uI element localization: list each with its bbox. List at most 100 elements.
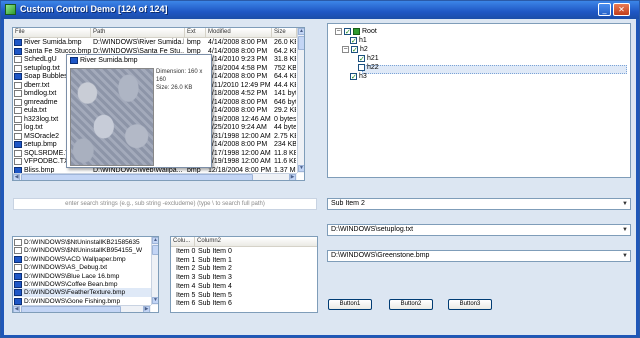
sub-item-cell: Sub Item 0: [198, 248, 232, 255]
search-input[interactable]: enter search strings (e.g., sub string -…: [13, 198, 317, 210]
table-row[interactable]: Item 4 Sub Item 4: [171, 282, 317, 291]
item-cell: Item 5: [176, 291, 196, 299]
path-list[interactable]: D:\WINDOWS\$NtUninstallKB21585635 D:\WIND…: [12, 236, 159, 313]
item-cell: Item 2: [176, 265, 196, 273]
node-checkbox[interactable]: ✓: [344, 28, 351, 36]
file-path-combo-2-value: D:\WINDOWS\Greenstone.bmp: [331, 252, 430, 259]
scroll-up-arrow[interactable]: ▲: [298, 28, 304, 35]
file-path-combo-2[interactable]: D:\WINDOWS\Greenstone.bmp ▼: [327, 250, 631, 262]
text-file-icon: [14, 158, 22, 165]
tree-node-h22[interactable]: h22: [328, 63, 628, 72]
file-list-column-4[interactable]: Size: [272, 28, 297, 37]
path-list-hscrollbar[interactable]: ◀ ▶: [13, 305, 151, 312]
table-row[interactable]: Item 3 Sub Item 3: [171, 273, 317, 282]
item-grid[interactable]: Colu... Column2 Item 0 Sub Item 0 Item 1 Su…: [170, 236, 318, 313]
tree-view[interactable]: − ✓ Root ✓ h1− ✓ h2 ✓ h21 h22 ✓ h3: [327, 23, 631, 178]
item-cell: Item 3: [176, 274, 196, 282]
scroll-left-arrow[interactable]: ◀: [13, 306, 20, 312]
hscroll-thumb[interactable]: [21, 306, 121, 312]
folder-icon: [353, 28, 360, 35]
tree-node-h2[interactable]: − ✓ h2: [328, 45, 628, 54]
scroll-right-arrow[interactable]: ▶: [143, 306, 150, 312]
bitmap-icon: [14, 39, 22, 46]
sub-item-cell: Sub Item 5: [198, 291, 232, 299]
collapse-toggle[interactable]: −: [342, 46, 349, 53]
item-grid-header: Colu... Column2: [171, 237, 317, 247]
collapse-toggle[interactable]: −: [335, 28, 342, 35]
file-list-column-3[interactable]: Modified: [206, 28, 272, 37]
bitmap-icon: [14, 141, 22, 148]
image-preview-tooltip: River Sumida.bmp Dimension: 160 x 160 Si…: [66, 54, 212, 168]
scroll-down-arrow[interactable]: ▼: [152, 297, 158, 304]
button-3[interactable]: Button3: [448, 299, 492, 310]
app-window: Custom Control Demo [124 of 124] _ ✕ Fil…: [0, 0, 640, 338]
sub-item-cell: Sub Item 6: [198, 300, 232, 308]
sub-item-combo[interactable]: Sub Item 2 ▼: [327, 198, 631, 210]
node-checkbox[interactable]: [358, 64, 365, 71]
tree-node-h1[interactable]: ✓ h1: [328, 36, 628, 45]
scroll-up-arrow[interactable]: ▲: [152, 237, 158, 244]
text-file-icon: [14, 90, 22, 97]
node-label: h21: [367, 55, 379, 62]
button-2[interactable]: Button2: [389, 299, 433, 310]
file-list-column-2[interactable]: Ext: [185, 28, 206, 37]
table-row[interactable]: Item 0 Sub Item 0: [171, 247, 317, 256]
node-label: Root: [362, 28, 377, 35]
text-file-icon: [14, 124, 22, 131]
scroll-right-arrow[interactable]: ▶: [289, 174, 296, 180]
text-file-icon: [14, 56, 22, 63]
hscroll-thumb[interactable]: [21, 174, 253, 180]
sub-item-cell: Sub Item 3: [198, 274, 232, 282]
chevron-down-icon[interactable]: ▼: [621, 252, 629, 260]
file-list-vscrollbar[interactable]: ▲ ▼: [297, 28, 304, 173]
sub-item-cell: Sub Item 4: [198, 282, 232, 290]
text-file-icon: [14, 81, 22, 89]
text-file-icon: [14, 264, 22, 272]
path-list-vscrollbar[interactable]: ▲ ▼: [151, 237, 158, 305]
item-cell: Item 4: [176, 282, 196, 290]
node-checkbox[interactable]: ✓: [350, 73, 357, 81]
button-1[interactable]: Button1: [328, 299, 372, 310]
bitmap-icon: [14, 272, 22, 280]
table-row[interactable]: Item 1 Sub Item 1: [171, 256, 317, 265]
text-file-icon: [14, 149, 22, 157]
preview-image: [70, 68, 154, 166]
tree-node-h3[interactable]: ✓ h3: [328, 72, 628, 81]
file-list-column-1[interactable]: Path: [91, 28, 185, 37]
table-row[interactable]: Item 2 Sub Item 2: [171, 264, 317, 273]
table-row[interactable]: Item 5 Sub Item 5: [171, 291, 317, 300]
preview-size: Size: 26.0 KB: [156, 85, 193, 91]
preview-title: River Sumida.bmp: [80, 57, 138, 64]
node-checkbox[interactable]: ✓: [350, 37, 357, 45]
table-row[interactable]: Item 6 Sub Item 6: [171, 299, 317, 308]
bitmap-icon: [14, 297, 22, 305]
file-list-hscrollbar[interactable]: ◀ ▶: [13, 173, 297, 180]
scroll-left-arrow[interactable]: ◀: [13, 174, 20, 180]
preview-meta: Dimension: 160 x 160 Size: 26.0 KB: [156, 68, 211, 92]
node-checkbox[interactable]: ✓: [358, 55, 365, 63]
scroll-down-arrow[interactable]: ▼: [298, 165, 304, 172]
bitmap-icon: [14, 289, 22, 297]
text-file-icon: [14, 247, 22, 255]
bitmap-icon: [14, 47, 22, 55]
tree-node-root[interactable]: − ✓ Root: [328, 27, 628, 36]
scroll-thumb[interactable]: [152, 245, 158, 255]
grid-column-2[interactable]: Column2: [195, 237, 317, 246]
scroll-thumb[interactable]: [298, 36, 304, 50]
close-button[interactable]: ✕: [613, 3, 630, 16]
bitmap-icon: [14, 281, 22, 288]
node-checkbox[interactable]: ✓: [351, 46, 358, 54]
file-path-combo-value: D:\WINDOWS\setuplog.txt: [331, 226, 414, 233]
chevron-down-icon[interactable]: ▼: [621, 226, 629, 234]
tree-node-h21[interactable]: ✓ h21: [328, 54, 628, 63]
file-list-column-0[interactable]: File: [13, 28, 91, 37]
minimize-button[interactable]: _: [598, 3, 611, 16]
window-title: Custom Control Demo [124 of 124]: [20, 4, 168, 14]
bitmap-icon: [14, 73, 22, 80]
title-bar[interactable]: Custom Control Demo [124 of 124] _ ✕: [1, 1, 639, 19]
grid-column-1[interactable]: Colu...: [171, 237, 195, 246]
item-cell: Item 1: [176, 256, 196, 264]
sub-item-combo-value: Sub Item 2: [331, 200, 365, 207]
chevron-down-icon[interactable]: ▼: [621, 200, 629, 208]
file-path-combo[interactable]: D:\WINDOWS\setuplog.txt ▼: [327, 224, 631, 236]
